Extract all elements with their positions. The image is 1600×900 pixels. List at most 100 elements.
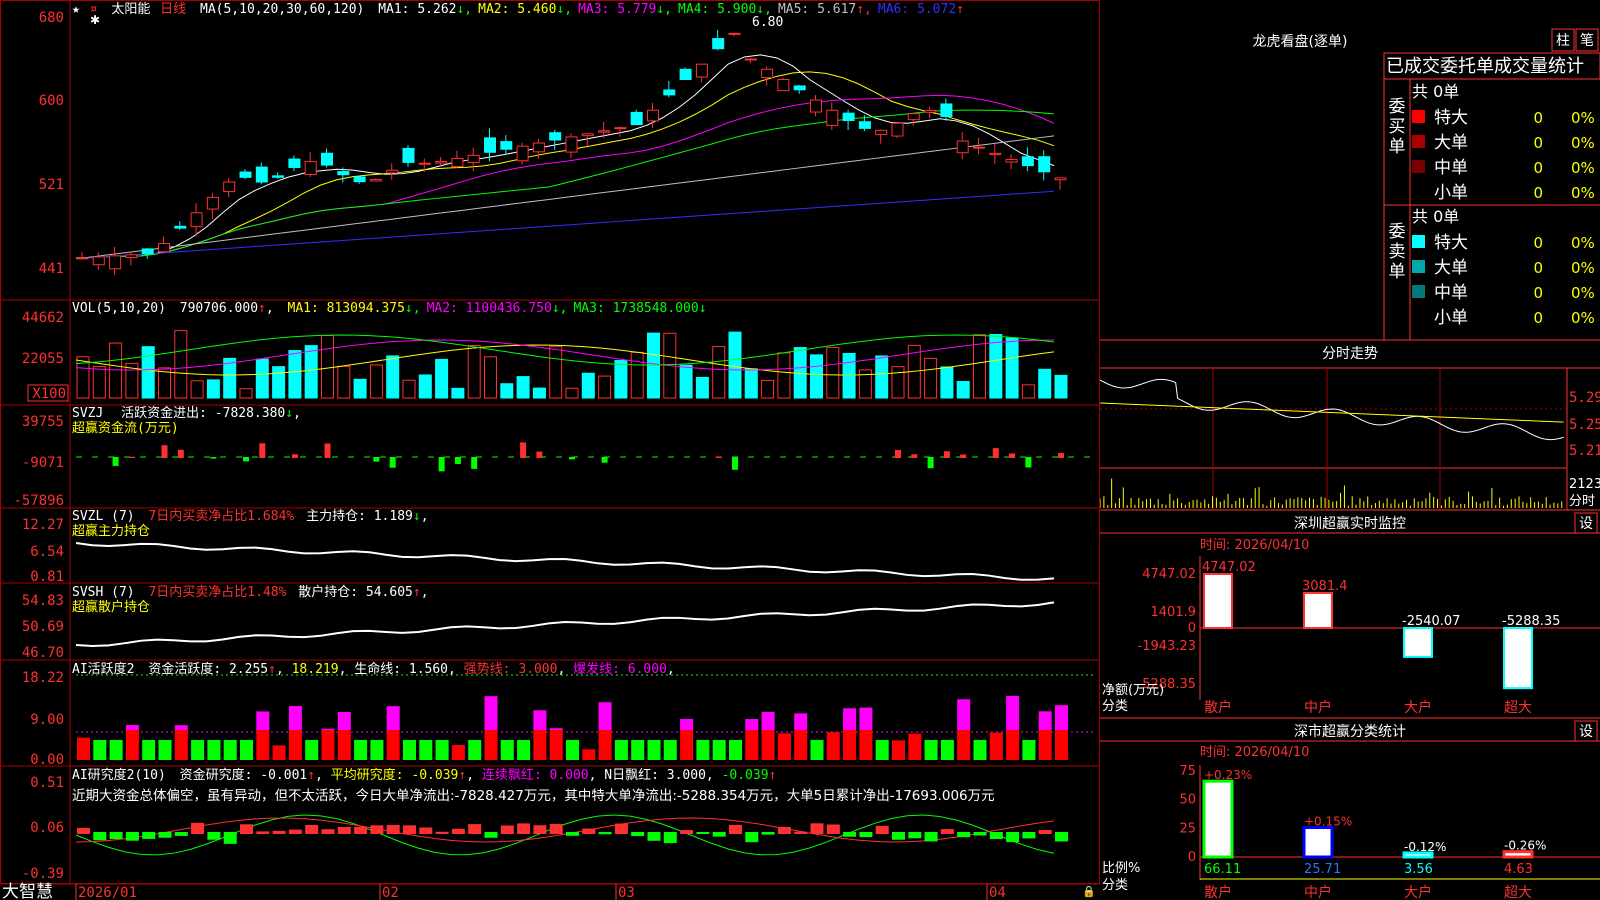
count-view-label: 笔 [1580, 33, 1594, 49]
class-category: 超大 [1504, 885, 1532, 900]
activity-bar [729, 740, 742, 760]
right-panel: 龙虎看盘(逐单) 柱 笔 已成交委托单成交量统计 委买单 委卖单 共 0单 共 … [1100, 0, 1600, 900]
buy-group-label: 委买单 [1389, 97, 1406, 157]
monitor-category: 大户 [1404, 699, 1432, 716]
ma-line-6 [75, 190, 1055, 260]
date-axis: 2026/01 02 03 04 [75, 884, 1006, 900]
candle [826, 109, 839, 126]
monitor-xlabel: 分类 [1102, 699, 1128, 714]
flow-bar [438, 457, 445, 472]
candle [206, 196, 219, 210]
activity-bar [468, 740, 482, 760]
candle [761, 68, 774, 79]
buy-row-swatch [1412, 135, 1425, 148]
research-bar [337, 827, 351, 834]
candle [141, 248, 154, 255]
volume-header: VOL(5,10,20) 790706.000↑, MA1: 813094.37… [72, 301, 707, 316]
activity-bar-peak [745, 718, 759, 730]
research-bar [843, 832, 857, 837]
research-bar [370, 825, 384, 834]
buy-row-count: 0 [1533, 109, 1543, 127]
lock-icon[interactable]: 🔒 [1082, 885, 1096, 898]
class-bar [1302, 826, 1334, 859]
candle [467, 154, 480, 163]
star-icon: ★ [72, 2, 80, 17]
buy-row-count: 0 [1533, 159, 1543, 177]
candle [1054, 177, 1067, 181]
class-tick: 25 [1179, 821, 1196, 836]
research-bar [1006, 832, 1020, 843]
activity-bar [680, 730, 694, 760]
research-bar [403, 825, 416, 834]
research-bar [957, 832, 971, 838]
svg-text:02: 02 [382, 885, 399, 900]
star-icon: ✱ [90, 13, 100, 27]
research-bar [191, 822, 205, 834]
svg-text:39755: 39755 [22, 414, 64, 430]
research-bar [924, 832, 938, 842]
candle [516, 145, 529, 162]
activity-bar [109, 740, 123, 760]
main-chart-area[interactable]: 680 600 521 441 ★ ¤ 太阳能 日线 MA(5,10,20,30… [0, 0, 1100, 900]
activity-bar-peak [337, 712, 351, 730]
activity-bar [598, 730, 612, 760]
volume-bar [1038, 368, 1052, 399]
activity-bar [1006, 730, 1020, 760]
volume-bar [761, 379, 775, 399]
research-bar [435, 831, 449, 834]
monitor-value: -5288.35 [1502, 614, 1560, 629]
activity-bar [875, 740, 889, 760]
activity-bar [125, 730, 139, 760]
flow-bar [895, 449, 901, 458]
candle [810, 99, 822, 113]
candle [337, 171, 350, 176]
research-bar [419, 827, 433, 834]
volume-bar [956, 381, 970, 399]
activity-bar [435, 740, 449, 760]
svg-text:12.27: 12.27 [22, 517, 64, 533]
volume-bar [549, 345, 563, 399]
research-bar [77, 827, 90, 834]
tab-filled-orders[interactable]: 已成交委托单成交量统计 [1386, 56, 1584, 77]
candle [614, 127, 627, 130]
monitor-bar [1503, 627, 1533, 690]
flow-bar [1009, 453, 1016, 458]
volume-bar [369, 364, 383, 399]
svsh-subtitle: 超赢散户持仓 [72, 599, 150, 615]
svg-text:03: 03 [618, 885, 635, 900]
activity-bar-peak [859, 707, 873, 730]
activity-bar [794, 730, 808, 760]
research-bar [288, 829, 302, 834]
candle [924, 109, 937, 113]
volume-bar [565, 387, 579, 399]
ma-line-1 [75, 54, 1055, 259]
candle [484, 137, 496, 153]
volume-bar [679, 364, 693, 399]
research-line [75, 814, 1055, 856]
candle [92, 256, 105, 266]
class-delta: -0.26% [1504, 839, 1546, 853]
ma-value-1: MA1: 5.262 [378, 2, 456, 17]
ai-research-axis: 0.51 0.06 -0.39 [22, 775, 64, 882]
research-bar [973, 832, 987, 836]
activity-bar-peak [680, 718, 694, 730]
price-tick: 441 [39, 261, 64, 277]
period-label[interactable]: 日线 [160, 2, 186, 17]
flow-bar [1058, 453, 1064, 458]
flow-bar [569, 457, 575, 460]
volume-bar [940, 366, 954, 399]
flow-bar [454, 457, 461, 465]
retail-holding-line [75, 601, 1055, 647]
monitor-category: 超大 [1504, 700, 1532, 716]
volume-bar [190, 380, 204, 399]
flow-bar [210, 457, 217, 459]
research-bar [989, 832, 1003, 840]
activity-bar [892, 740, 905, 760]
sell-row-pct: 0% [1571, 309, 1595, 327]
buy-row-name: 中单 [1434, 158, 1468, 178]
research-bar [256, 831, 270, 834]
volume-bar [875, 355, 889, 399]
research-bar [908, 832, 922, 839]
class-category: 散户 [1204, 884, 1232, 900]
candle [451, 157, 464, 168]
